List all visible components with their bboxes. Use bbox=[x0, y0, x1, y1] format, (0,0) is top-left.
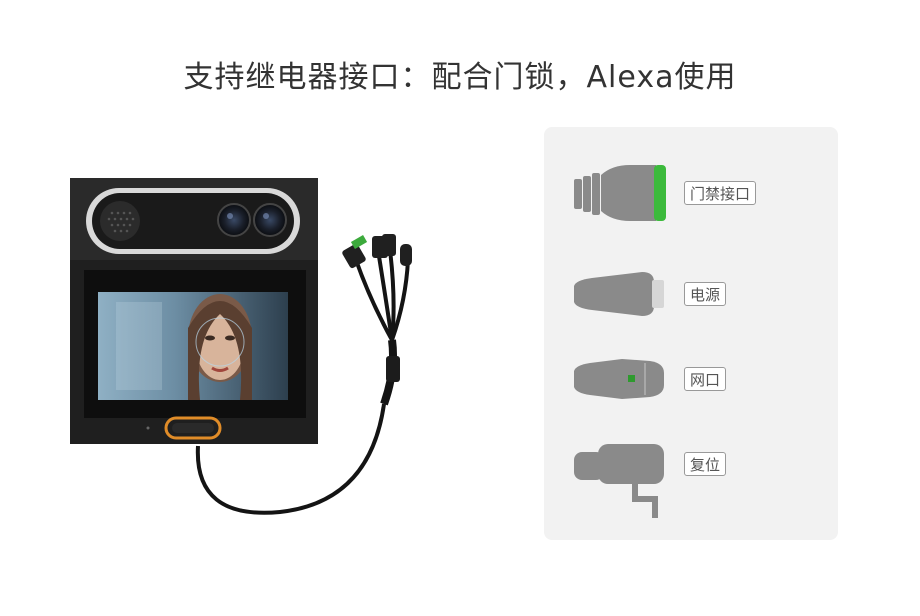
reset-connector-icon bbox=[574, 444, 664, 518]
connector-row-power: 电源 bbox=[544, 272, 838, 316]
network-label: 网口 bbox=[684, 367, 727, 391]
connector-row-door-access: 门禁接口 bbox=[544, 165, 838, 221]
network-connector-icon bbox=[574, 359, 664, 399]
cable-harness-image bbox=[195, 234, 412, 515]
reset-label: 复位 bbox=[684, 452, 727, 476]
power-label: 电源 bbox=[684, 282, 727, 306]
door-access-connector-icon bbox=[574, 165, 666, 221]
connector-row-reset: 复位 bbox=[544, 444, 838, 520]
connector-legend-panel: 门禁接口 电源 网口 复位 bbox=[544, 127, 838, 540]
connector-row-network: 网口 bbox=[544, 359, 838, 399]
page-title: 支持继电器接口：配合门锁，Alexa使用 bbox=[183, 60, 737, 95]
door-access-label: 门禁接口 bbox=[684, 181, 757, 205]
power-connector-icon bbox=[574, 272, 664, 316]
